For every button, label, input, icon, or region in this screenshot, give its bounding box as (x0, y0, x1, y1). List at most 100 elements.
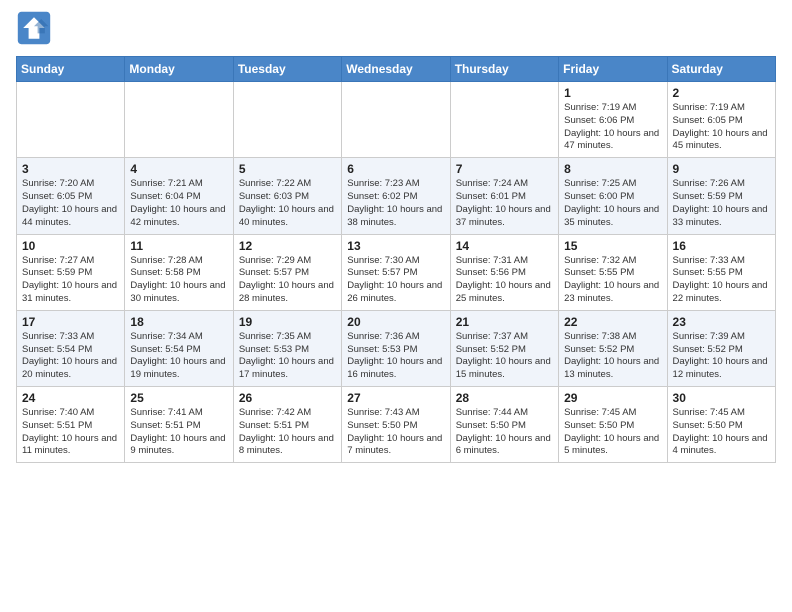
calendar-cell: 24 Sunrise: 7:40 AM Sunset: 5:51 PM Dayli… (17, 387, 125, 463)
day-number: 11 (130, 239, 227, 253)
calendar-cell: 21Sunrise: 7:37 AM Sunset: 5:52 PM Dayli… (450, 310, 558, 386)
day-info: Sunrise: 7:25 AM Sunset: 6:00 PM Dayligh… (564, 178, 661, 229)
calendar-cell: 17 Sunrise: 7:33 AM Sunset: 5:54 PM Dayli… (17, 310, 125, 386)
calendar-cell (342, 82, 450, 158)
calendar-cell: 3 Sunrise: 7:20 AM Sunset: 6:05 PM Daylig… (17, 158, 125, 234)
day-info: Sunrise: 7:22 AM Sunset: 6:03 PM Dayligh… (239, 178, 336, 229)
day-info: Sunrise: 7:32 AM Sunset: 5:55 PM Dayligh… (564, 255, 661, 306)
day-number: 15 (564, 239, 661, 253)
day-info: Sunrise: 7:35 AM Sunset: 5:53 PM Dayligh… (239, 331, 336, 382)
day-number: 26 (239, 391, 336, 405)
day-info: Sunrise: 7:20 AM Sunset: 6:05 PM Dayligh… (22, 178, 119, 229)
calendar-cell: 1 Sunrise: 7:19 AM Sunset: 6:06 PM Daylig… (559, 82, 667, 158)
day-info: Sunrise: 7:23 AM Sunset: 6:02 PM Dayligh… (347, 178, 444, 229)
calendar-header-wednesday: Wednesday (342, 57, 450, 82)
calendar-header-thursday: Thursday (450, 57, 558, 82)
day-number: 27 (347, 391, 444, 405)
day-number: 2 (673, 86, 770, 100)
day-info: Sunrise: 7:28 AM Sunset: 5:58 PM Dayligh… (130, 255, 227, 306)
logo (16, 10, 56, 46)
calendar-cell: 5 Sunrise: 7:22 AM Sunset: 6:03 PM Daylig… (233, 158, 341, 234)
calendar-week-4: 17 Sunrise: 7:33 AM Sunset: 5:54 PM Dayli… (17, 310, 776, 386)
day-number: 17 (22, 315, 119, 329)
calendar-header-tuesday: Tuesday (233, 57, 341, 82)
calendar-cell: 19 Sunrise: 7:35 AM Sunset: 5:53 PM Dayli… (233, 310, 341, 386)
logo-icon (16, 10, 52, 46)
day-info: Sunrise: 7:33 AM Sunset: 5:54 PM Dayligh… (22, 331, 119, 382)
calendar-cell (450, 82, 558, 158)
day-number: 4 (130, 162, 227, 176)
calendar-cell: 30Sunrise: 7:45 AM Sunset: 5:50 PM Dayli… (667, 387, 775, 463)
calendar-cell: 10 Sunrise: 7:27 AM Sunset: 5:59 PM Dayli… (17, 234, 125, 310)
day-info: Sunrise: 7:21 AM Sunset: 6:04 PM Dayligh… (130, 178, 227, 229)
calendar-cell: 28 Sunrise: 7:44 AM Sunset: 5:50 PM Dayli… (450, 387, 558, 463)
day-number: 20 (347, 315, 444, 329)
calendar-week-2: 3 Sunrise: 7:20 AM Sunset: 6:05 PM Daylig… (17, 158, 776, 234)
day-number: 23 (673, 315, 770, 329)
calendar-week-3: 10 Sunrise: 7:27 AM Sunset: 5:59 PM Dayli… (17, 234, 776, 310)
day-number: 28 (456, 391, 553, 405)
day-number: 12 (239, 239, 336, 253)
calendar-cell: 22Sunrise: 7:38 AM Sunset: 5:52 PM Dayli… (559, 310, 667, 386)
calendar-header-friday: Friday (559, 57, 667, 82)
calendar-header-monday: Monday (125, 57, 233, 82)
calendar-header-saturday: Saturday (667, 57, 775, 82)
day-number: 6 (347, 162, 444, 176)
day-number: 9 (673, 162, 770, 176)
calendar-cell: 29 Sunrise: 7:45 AM Sunset: 5:50 PM Dayli… (559, 387, 667, 463)
calendar-cell: 23 Sunrise: 7:39 AM Sunset: 5:52 PM Dayli… (667, 310, 775, 386)
calendar-cell (17, 82, 125, 158)
calendar-cell (125, 82, 233, 158)
calendar-cell: 2 Sunrise: 7:19 AM Sunset: 6:05 PM Daylig… (667, 82, 775, 158)
day-info: Sunrise: 7:29 AM Sunset: 5:57 PM Dayligh… (239, 255, 336, 306)
day-number: 30 (673, 391, 770, 405)
page: SundayMondayTuesdayWednesdayThursdayFrid… (0, 0, 792, 479)
day-number: 7 (456, 162, 553, 176)
calendar-cell: 26 Sunrise: 7:42 AM Sunset: 5:51 PM Dayli… (233, 387, 341, 463)
day-info: Sunrise: 7:45 AM Sunset: 5:50 PM Dayligh… (564, 407, 661, 458)
calendar-cell: 6 Sunrise: 7:23 AM Sunset: 6:02 PM Daylig… (342, 158, 450, 234)
day-number: 8 (564, 162, 661, 176)
day-number: 19 (239, 315, 336, 329)
day-info: Sunrise: 7:30 AM Sunset: 5:57 PM Dayligh… (347, 255, 444, 306)
day-info: Sunrise: 7:27 AM Sunset: 5:59 PM Dayligh… (22, 255, 119, 306)
day-info: Sunrise: 7:24 AM Sunset: 6:01 PM Dayligh… (456, 178, 553, 229)
day-number: 5 (239, 162, 336, 176)
day-number: 10 (22, 239, 119, 253)
day-info: Sunrise: 7:41 AM Sunset: 5:51 PM Dayligh… (130, 407, 227, 458)
day-info: Sunrise: 7:40 AM Sunset: 5:51 PM Dayligh… (22, 407, 119, 458)
day-info: Sunrise: 7:36 AM Sunset: 5:53 PM Dayligh… (347, 331, 444, 382)
calendar-header-sunday: Sunday (17, 57, 125, 82)
calendar-header-row: SundayMondayTuesdayWednesdayThursdayFrid… (17, 57, 776, 82)
day-info: Sunrise: 7:42 AM Sunset: 5:51 PM Dayligh… (239, 407, 336, 458)
day-info: Sunrise: 7:19 AM Sunset: 6:06 PM Dayligh… (564, 102, 661, 153)
calendar-week-5: 24 Sunrise: 7:40 AM Sunset: 5:51 PM Dayli… (17, 387, 776, 463)
calendar-cell: 15 Sunrise: 7:32 AM Sunset: 5:55 PM Dayli… (559, 234, 667, 310)
day-info: Sunrise: 7:31 AM Sunset: 5:56 PM Dayligh… (456, 255, 553, 306)
header (16, 10, 776, 46)
calendar-cell: 25Sunrise: 7:41 AM Sunset: 5:51 PM Dayli… (125, 387, 233, 463)
day-number: 22 (564, 315, 661, 329)
calendar-cell: 4 Sunrise: 7:21 AM Sunset: 6:04 PM Daylig… (125, 158, 233, 234)
calendar: SundayMondayTuesdayWednesdayThursdayFrid… (16, 56, 776, 463)
day-number: 13 (347, 239, 444, 253)
day-number: 14 (456, 239, 553, 253)
day-info: Sunrise: 7:44 AM Sunset: 5:50 PM Dayligh… (456, 407, 553, 458)
calendar-cell: 12 Sunrise: 7:29 AM Sunset: 5:57 PM Dayli… (233, 234, 341, 310)
calendar-cell: 9 Sunrise: 7:26 AM Sunset: 5:59 PM Daylig… (667, 158, 775, 234)
calendar-cell (233, 82, 341, 158)
day-number: 29 (564, 391, 661, 405)
calendar-cell: 16 Sunrise: 7:33 AM Sunset: 5:55 PM Dayli… (667, 234, 775, 310)
day-info: Sunrise: 7:26 AM Sunset: 5:59 PM Dayligh… (673, 178, 770, 229)
calendar-cell: 7 Sunrise: 7:24 AM Sunset: 6:01 PM Daylig… (450, 158, 558, 234)
day-number: 3 (22, 162, 119, 176)
day-number: 16 (673, 239, 770, 253)
day-info: Sunrise: 7:39 AM Sunset: 5:52 PM Dayligh… (673, 331, 770, 382)
day-info: Sunrise: 7:33 AM Sunset: 5:55 PM Dayligh… (673, 255, 770, 306)
day-number: 1 (564, 86, 661, 100)
calendar-cell: 18 Sunrise: 7:34 AM Sunset: 5:54 PM Dayli… (125, 310, 233, 386)
day-info: Sunrise: 7:34 AM Sunset: 5:54 PM Dayligh… (130, 331, 227, 382)
day-number: 24 (22, 391, 119, 405)
day-info: Sunrise: 7:19 AM Sunset: 6:05 PM Dayligh… (673, 102, 770, 153)
day-number: 18 (130, 315, 227, 329)
